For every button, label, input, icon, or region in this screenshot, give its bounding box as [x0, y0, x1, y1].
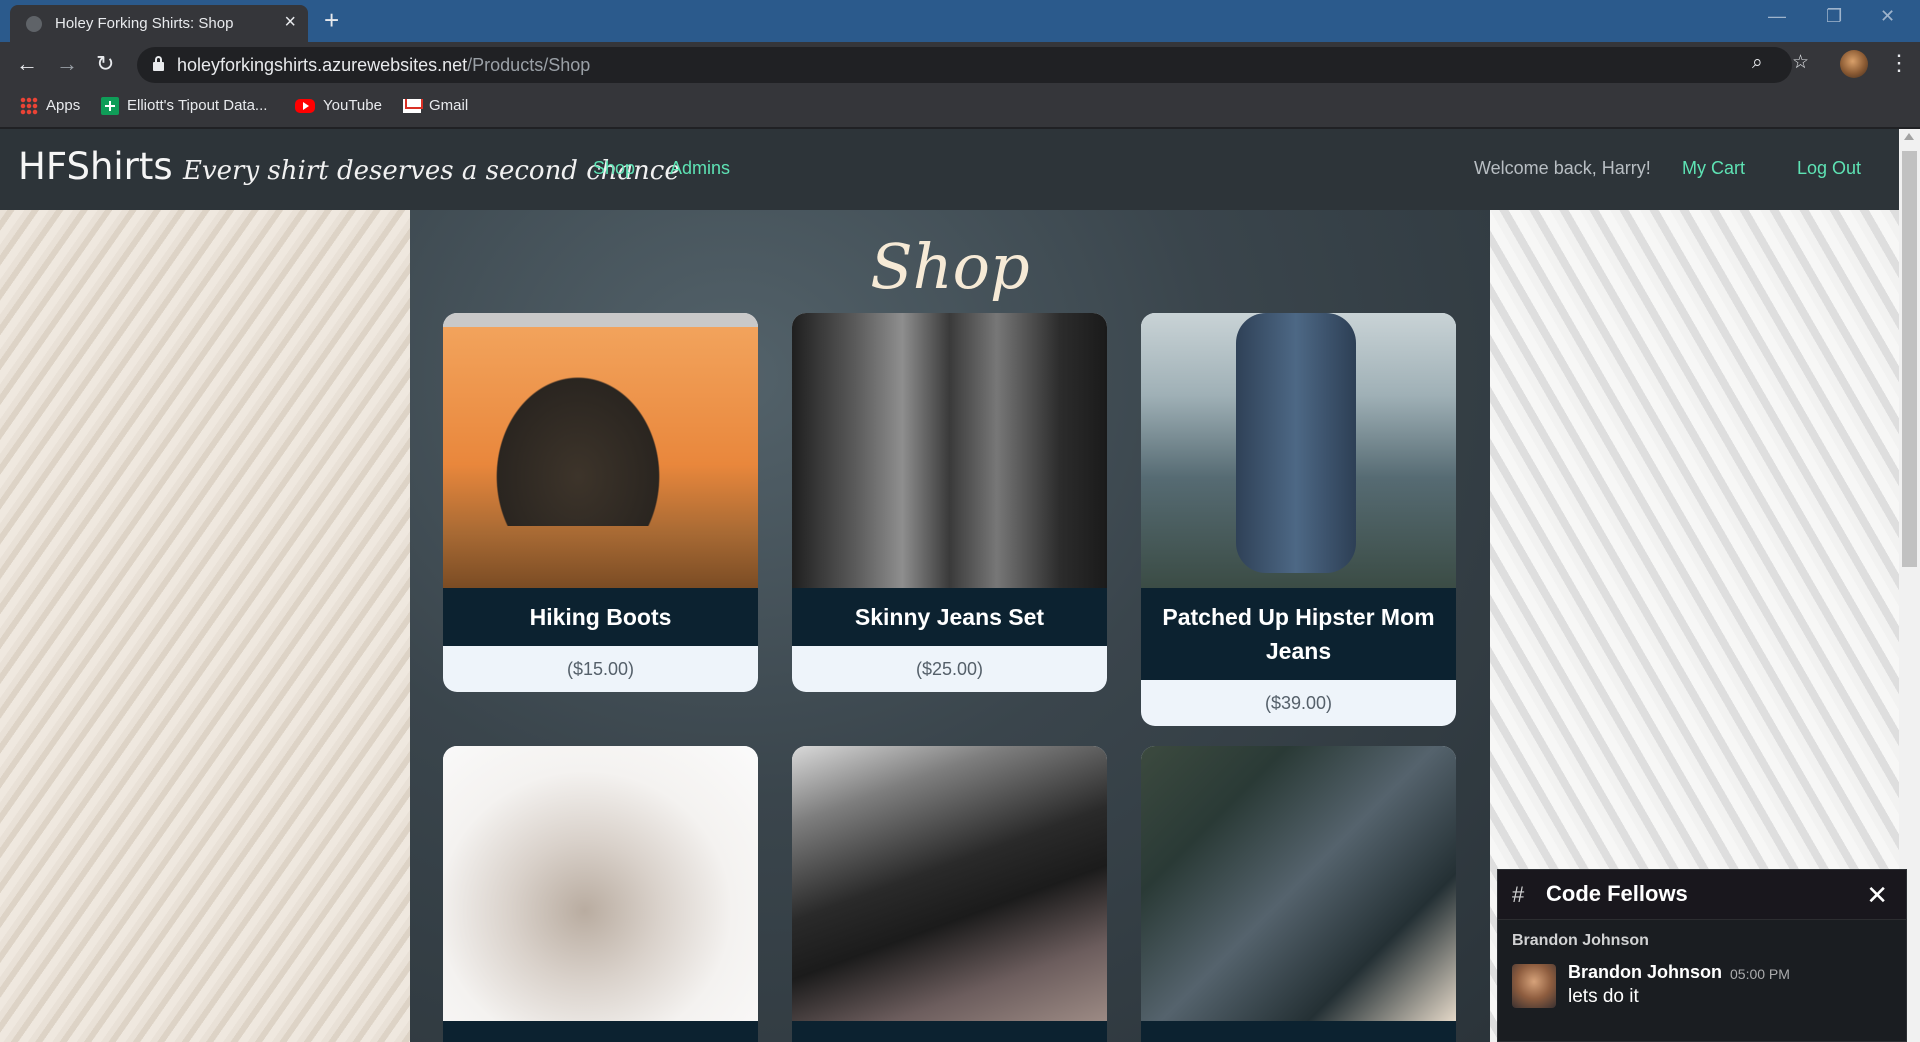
scrollbar-thumb[interactable]: [1902, 151, 1917, 567]
notification-time: 05:00 PM: [1730, 966, 1790, 982]
notification-close-icon[interactable]: ✕: [1866, 880, 1888, 911]
bookmark-apps[interactable]: Apps: [20, 97, 81, 116]
bookmark-gmail[interactable]: Gmail: [403, 97, 468, 114]
gmail-icon: [403, 99, 421, 114]
bookmark-youtube[interactable]: YouTube: [295, 97, 382, 114]
product-image[interactable]: [443, 746, 758, 1021]
product-card[interactable]: Skinny Jeans Set ($25.00): [792, 313, 1107, 692]
product-image[interactable]: [792, 313, 1107, 588]
bookmark-label: Gmail: [429, 97, 469, 114]
background-texture-left: [0, 210, 410, 1042]
shop-content: Shop Hiking Boots ($15.00) Skinny Jeans …: [410, 210, 1490, 1042]
zoom-icon[interactable]: ⌕: [1752, 52, 1763, 74]
bookmark-label: Elliott's Tipout Data...: [127, 97, 268, 114]
youtube-icon: [295, 99, 315, 114]
product-name[interactable]: [792, 1021, 1107, 1042]
product-image[interactable]: [792, 746, 1107, 1021]
browser-tab[interactable]: Holey Forking Shirts: Shop ×: [10, 5, 308, 42]
notification-sender: Brandon Johnson: [1568, 962, 1722, 982]
product-price: ($15.00): [566, 659, 635, 679]
apps-grid-icon: [20, 97, 38, 116]
profile-avatar[interactable]: [1840, 50, 1868, 78]
reload-icon[interactable]: ↻: [96, 52, 114, 76]
shop-heading: Shop: [870, 230, 1030, 303]
browser-toolbar: ← → ↻ holeyforkingshirts.azurewebsites.n…: [0, 42, 1920, 88]
bookmark-tipout-data[interactable]: Elliott's Tipout Data...: [101, 97, 268, 116]
notification-from: Brandon Johnson: [1512, 932, 1649, 949]
product-name[interactable]: [1141, 1021, 1456, 1042]
close-tab-icon[interactable]: ×: [284, 11, 296, 34]
nav-log-out-link[interactable]: Log Out: [1797, 158, 1861, 179]
product-image[interactable]: [443, 313, 758, 588]
bookmarks-bar: Apps Elliott's Tipout Data... YouTube Gm…: [0, 88, 1920, 128]
nav-my-cart-link[interactable]: My Cart: [1682, 158, 1745, 179]
site-brand[interactable]: HFShirts: [18, 145, 173, 188]
product-card[interactable]: [792, 746, 1107, 1042]
product-name[interactable]: Skinny Jeans Set: [792, 588, 1107, 646]
slack-icon: #: [1512, 882, 1525, 907]
product-card[interactable]: Patched Up Hipster Mom Jeans ($39.00): [1141, 313, 1456, 726]
url-text: holeyforkingshirts.azurewebsites.net/Pro…: [177, 55, 590, 76]
address-bar[interactable]: holeyforkingshirts.azurewebsites.net/Pro…: [137, 47, 1809, 83]
product-card[interactable]: [443, 746, 758, 1042]
product-name[interactable]: Hiking Boots: [443, 588, 758, 646]
new-tab-icon[interactable]: +: [324, 6, 339, 34]
bookmark-label: Apps: [46, 97, 81, 114]
sender-avatar: [1512, 964, 1556, 1008]
product-card[interactable]: [1141, 746, 1456, 1042]
nav-admins-link[interactable]: Admins: [670, 158, 730, 179]
product-name[interactable]: Patched Up Hipster Mom Jeans: [1141, 588, 1456, 680]
url-host: holeyforkingshirts.azurewebsites.net: [177, 55, 468, 75]
url-path: /Products/Shop: [467, 55, 591, 75]
product-price: ($25.00): [915, 659, 984, 679]
product-price: ($39.00): [1264, 693, 1333, 713]
site-navbar: HFShirts Every shirt deserves a second c…: [0, 129, 1899, 210]
notification-message: lets do it: [1568, 986, 1639, 1007]
bookmark-star-icon[interactable]: ☆: [1792, 51, 1809, 74]
bookmark-label: YouTube: [323, 97, 382, 114]
back-arrow-icon[interactable]: ←: [16, 52, 38, 76]
welcome-message: Welcome back, Harry!: [1474, 158, 1651, 178]
notification-workspace: Code Fellows: [1546, 881, 1688, 906]
scroll-up-arrow-icon[interactable]: [1904, 133, 1914, 140]
restore-icon[interactable]: ❐: [1826, 6, 1842, 27]
globe-icon: [26, 16, 42, 32]
minimize-icon[interactable]: —: [1768, 6, 1786, 27]
browser-tab-bar: Holey Forking Shirts: Shop × + — ❐ ✕: [0, 0, 1920, 42]
product-name[interactable]: [443, 1021, 758, 1042]
lock-icon: [153, 56, 164, 71]
product-image[interactable]: [1141, 313, 1456, 588]
tab-title: Holey Forking Shirts: Shop: [55, 15, 234, 32]
product-image[interactable]: [1141, 746, 1456, 1021]
sheets-icon: [101, 97, 119, 116]
product-card[interactable]: Hiking Boots ($15.00): [443, 313, 758, 692]
nav-shop-link[interactable]: Shop: [593, 158, 635, 179]
window-close-icon[interactable]: ✕: [1880, 6, 1895, 27]
browser-menu-icon[interactable]: ⋮: [1888, 50, 1910, 76]
notification-header: # Code Fellows ✕: [1498, 870, 1906, 920]
forward-arrow-icon[interactable]: →: [56, 52, 78, 76]
slack-notification[interactable]: # Code Fellows ✕ Brandon Johnson Brandon…: [1497, 869, 1907, 1042]
